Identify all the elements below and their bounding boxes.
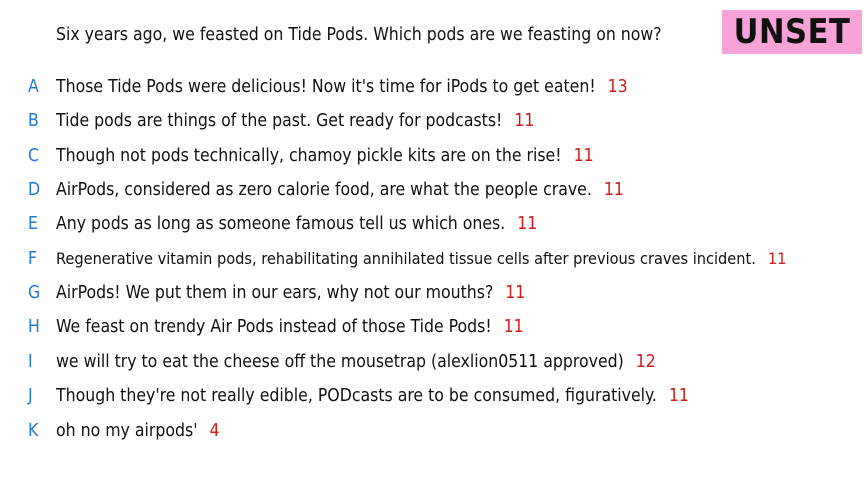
response-row-e: E Any pods as long as someone famous tel… xyxy=(0,211,864,237)
response-letter: K xyxy=(28,421,39,441)
response-text: AirPods, considered as zero calorie food… xyxy=(56,180,592,200)
response-score: 11 xyxy=(668,386,689,406)
response-letter: F xyxy=(28,249,38,269)
response-letter: H xyxy=(28,317,40,337)
response-body: Tide pods are things of the past. Get re… xyxy=(56,108,534,134)
response-score: 4 xyxy=(209,421,220,441)
response-letter: G xyxy=(28,283,41,303)
prompt-text: Six years ago, we feasted on Tide Pods. … xyxy=(56,25,662,45)
response-text: Any pods as long as someone famous tell … xyxy=(56,214,506,234)
response-row-c: C Though not pods technically, chamoy pi… xyxy=(0,143,864,169)
response-letter: B xyxy=(28,111,39,131)
response-body: Regenerative vitamin pods, rehabilitatin… xyxy=(56,246,786,272)
response-score: 11 xyxy=(573,146,594,166)
response-score: 11 xyxy=(505,283,526,303)
response-letter: D xyxy=(28,180,41,200)
response-score: 11 xyxy=(514,111,535,131)
response-score: 13 xyxy=(607,77,628,97)
response-text: we will try to eat the cheese off the mo… xyxy=(56,352,624,372)
response-row-d: D AirPods, considered as zero calorie fo… xyxy=(0,177,864,203)
response-row-g: G AirPods! We put them in our ears, why … xyxy=(0,280,864,306)
response-row-b: B Tide pods are things of the past. Get … xyxy=(0,108,864,134)
response-body: We feast on trendy Air Pods instead of t… xyxy=(56,314,524,340)
response-score: 11 xyxy=(503,317,524,337)
response-text: Tide pods are things of the past. Get re… xyxy=(56,111,503,131)
response-score: 11 xyxy=(517,214,538,234)
response-text: Regenerative vitamin pods, rehabilitatin… xyxy=(56,249,756,268)
response-row-k: K oh no my airpods' 4 xyxy=(0,418,864,444)
response-score: 11 xyxy=(603,180,624,200)
response-body: Though they're not really edible, PODcas… xyxy=(56,383,689,409)
response-body: AirPods, considered as zero calorie food… xyxy=(56,177,624,203)
response-letter: I xyxy=(28,352,33,372)
response-text: We feast on trendy Air Pods instead of t… xyxy=(56,317,492,337)
response-row-f: F Regenerative vitamin pods, rehabilitat… xyxy=(0,246,864,272)
response-row-h: H We feast on trendy Air Pods instead of… xyxy=(0,314,864,340)
response-text: AirPods! We put them in our ears, why no… xyxy=(56,283,494,303)
response-letter: A xyxy=(28,77,39,97)
response-score: 11 xyxy=(767,249,787,268)
response-body: oh no my airpods' 4 xyxy=(56,418,220,444)
response-body: Those Tide Pods were delicious! Now it's… xyxy=(56,74,628,100)
response-text: oh no my airpods' xyxy=(56,421,198,441)
response-score: 12 xyxy=(635,352,656,372)
response-body: Any pods as long as someone famous tell … xyxy=(56,211,537,237)
response-text: Though not pods technically, chamoy pick… xyxy=(56,146,562,166)
response-body: AirPods! We put them in our ears, why no… xyxy=(56,280,525,306)
response-body: we will try to eat the cheese off the mo… xyxy=(56,349,656,375)
response-text: Though they're not really edible, PODcas… xyxy=(56,386,657,406)
response-row-a: A Those Tide Pods were delicious! Now it… xyxy=(0,74,864,100)
unset-badge: UNSET xyxy=(722,10,862,54)
response-row-j: J Though they're not really edible, PODc… xyxy=(0,383,864,409)
response-letter: C xyxy=(28,146,39,166)
response-row-i: I we will try to eat the cheese off the … xyxy=(0,349,864,375)
response-letter: J xyxy=(28,386,33,406)
response-text: Those Tide Pods were delicious! Now it's… xyxy=(56,77,596,97)
unset-badge-label: UNSET xyxy=(733,12,851,52)
response-body: Though not pods technically, chamoy pick… xyxy=(56,143,594,169)
response-letter: E xyxy=(28,214,38,234)
